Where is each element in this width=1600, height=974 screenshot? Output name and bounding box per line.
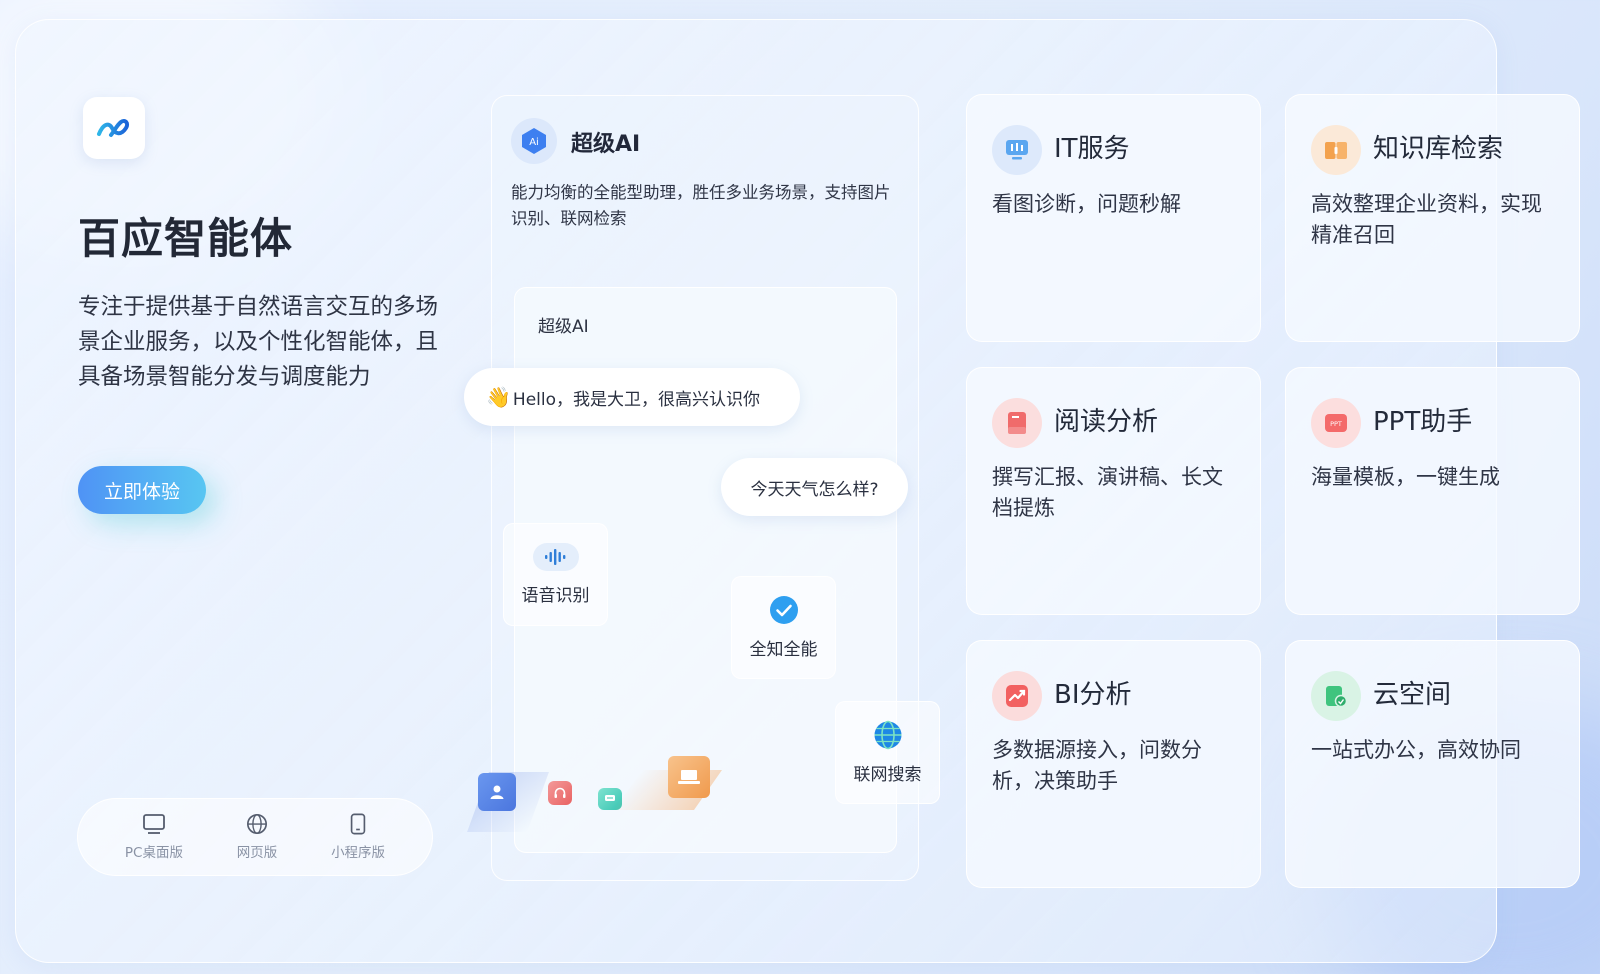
globe-icon [874, 720, 901, 750]
headset-icon [548, 781, 572, 805]
feature-voice-recognition: 语音识别 [503, 523, 608, 626]
service-description: 一站式办公，高效协同 [1311, 738, 1521, 762]
service-card-knowledge-base[interactable]: 知识库检索 高效整理企业资料，实现精准召回 [1285, 94, 1580, 342]
feature-label: 全知全能 [749, 640, 818, 660]
ai-badge-icon: Ai [511, 118, 557, 164]
ai-card-description: 能力均衡的全能型助理，胜任多业务场景，支持图片识别、联网检索 [511, 183, 891, 228]
service-description: 看图诊断，问题秒解 [992, 192, 1181, 216]
platform-label: 小程序版 [331, 845, 386, 861]
service-card-cloud-space[interactable]: 云空间 一站式办公，高效协同 [1285, 640, 1580, 888]
service-title: PPT助手 [1373, 407, 1473, 437]
platform-miniapp[interactable]: 小程序版 [331, 813, 385, 861]
svg-text:PPT: PPT [1330, 420, 1342, 428]
user-message-bubble: 今天天气怎么样? [721, 458, 908, 516]
service-description: 撰写汇报、演讲稿、长文档提炼 [992, 465, 1223, 520]
monitor-icon [992, 125, 1042, 175]
book-icon [1311, 125, 1361, 175]
hexagon-ai-icon: Ai [522, 128, 546, 154]
chat-assistant-name: 超级AI [538, 317, 589, 337]
service-description: 高效整理企业资料，实现精准召回 [1311, 192, 1542, 247]
service-description: 海量模板，一键生成 [1311, 465, 1500, 489]
phone-icon [350, 813, 366, 835]
platform-label: PC桌面版 [124, 845, 183, 861]
document-icon [992, 398, 1042, 448]
check-circle-icon [769, 596, 798, 624]
cloud-folder-icon [1311, 671, 1361, 721]
chart-icon [992, 671, 1042, 721]
user-message-text: 今天天气怎么样? [750, 479, 879, 500]
service-title: IT服务 [1054, 134, 1130, 164]
greeting-text: Hello，我是大卫，很高兴认识你 [512, 389, 760, 410]
ai-badge-text: Ai [529, 137, 539, 148]
platform-label: 网页版 [236, 845, 278, 861]
feature-omniscient: 全知全能 [731, 576, 836, 679]
feature-label: 语音识别 [521, 586, 590, 606]
page-title: 百应智能体 [78, 214, 294, 263]
laptop-icon [668, 756, 710, 798]
infinity-logo-icon [97, 118, 130, 137]
service-card-reading-analysis[interactable]: 阅读分析 撰写汇报、演讲稿、长文档提炼 [966, 367, 1261, 615]
voice-wave-icon [544, 549, 565, 565]
ppt-icon: PPT [1311, 398, 1361, 448]
service-title: 阅读分析 [1054, 407, 1159, 437]
service-card-it[interactable]: IT服务 看图诊断，问题秒解 [966, 94, 1261, 342]
platform-pc[interactable]: PC桌面版 [125, 813, 183, 861]
service-title: 知识库检索 [1373, 134, 1504, 164]
feature-label: 联网搜索 [853, 765, 922, 785]
service-title: BI分析 [1054, 680, 1132, 710]
waving-hand-icon: 👋 [486, 385, 511, 409]
feature-web-search: 联网搜索 [835, 701, 940, 804]
user-card-icon [478, 773, 516, 811]
brand-logo [83, 97, 145, 159]
platform-web[interactable]: 网页版 [236, 813, 278, 861]
service-card-ppt-assistant[interactable]: PPT PPT助手 海量模板，一键生成 [1285, 367, 1580, 615]
monitor-icon [143, 814, 165, 834]
assistant-greeting-bubble: 👋 Hello，我是大卫，很高兴认识你 [464, 368, 800, 426]
try-now-button[interactable]: 立即体验 [78, 466, 206, 514]
ai-card-title: 超级AI [571, 132, 641, 157]
service-card-bi-analysis[interactable]: BI分析 多数据源接入，问数分析，决策助手 [966, 640, 1261, 888]
globe-icon [247, 814, 268, 834]
brand-description: 专注于提供基于自然语言交互的多场景企业服务，以及个性化智能体，且具备场景智能分发… [78, 294, 439, 390]
service-description: 多数据源接入，问数分析，决策助手 [992, 738, 1202, 793]
platform-switcher: PC桌面版 网页版 小程序版 [77, 798, 433, 876]
service-title: 云空间 [1373, 680, 1452, 710]
